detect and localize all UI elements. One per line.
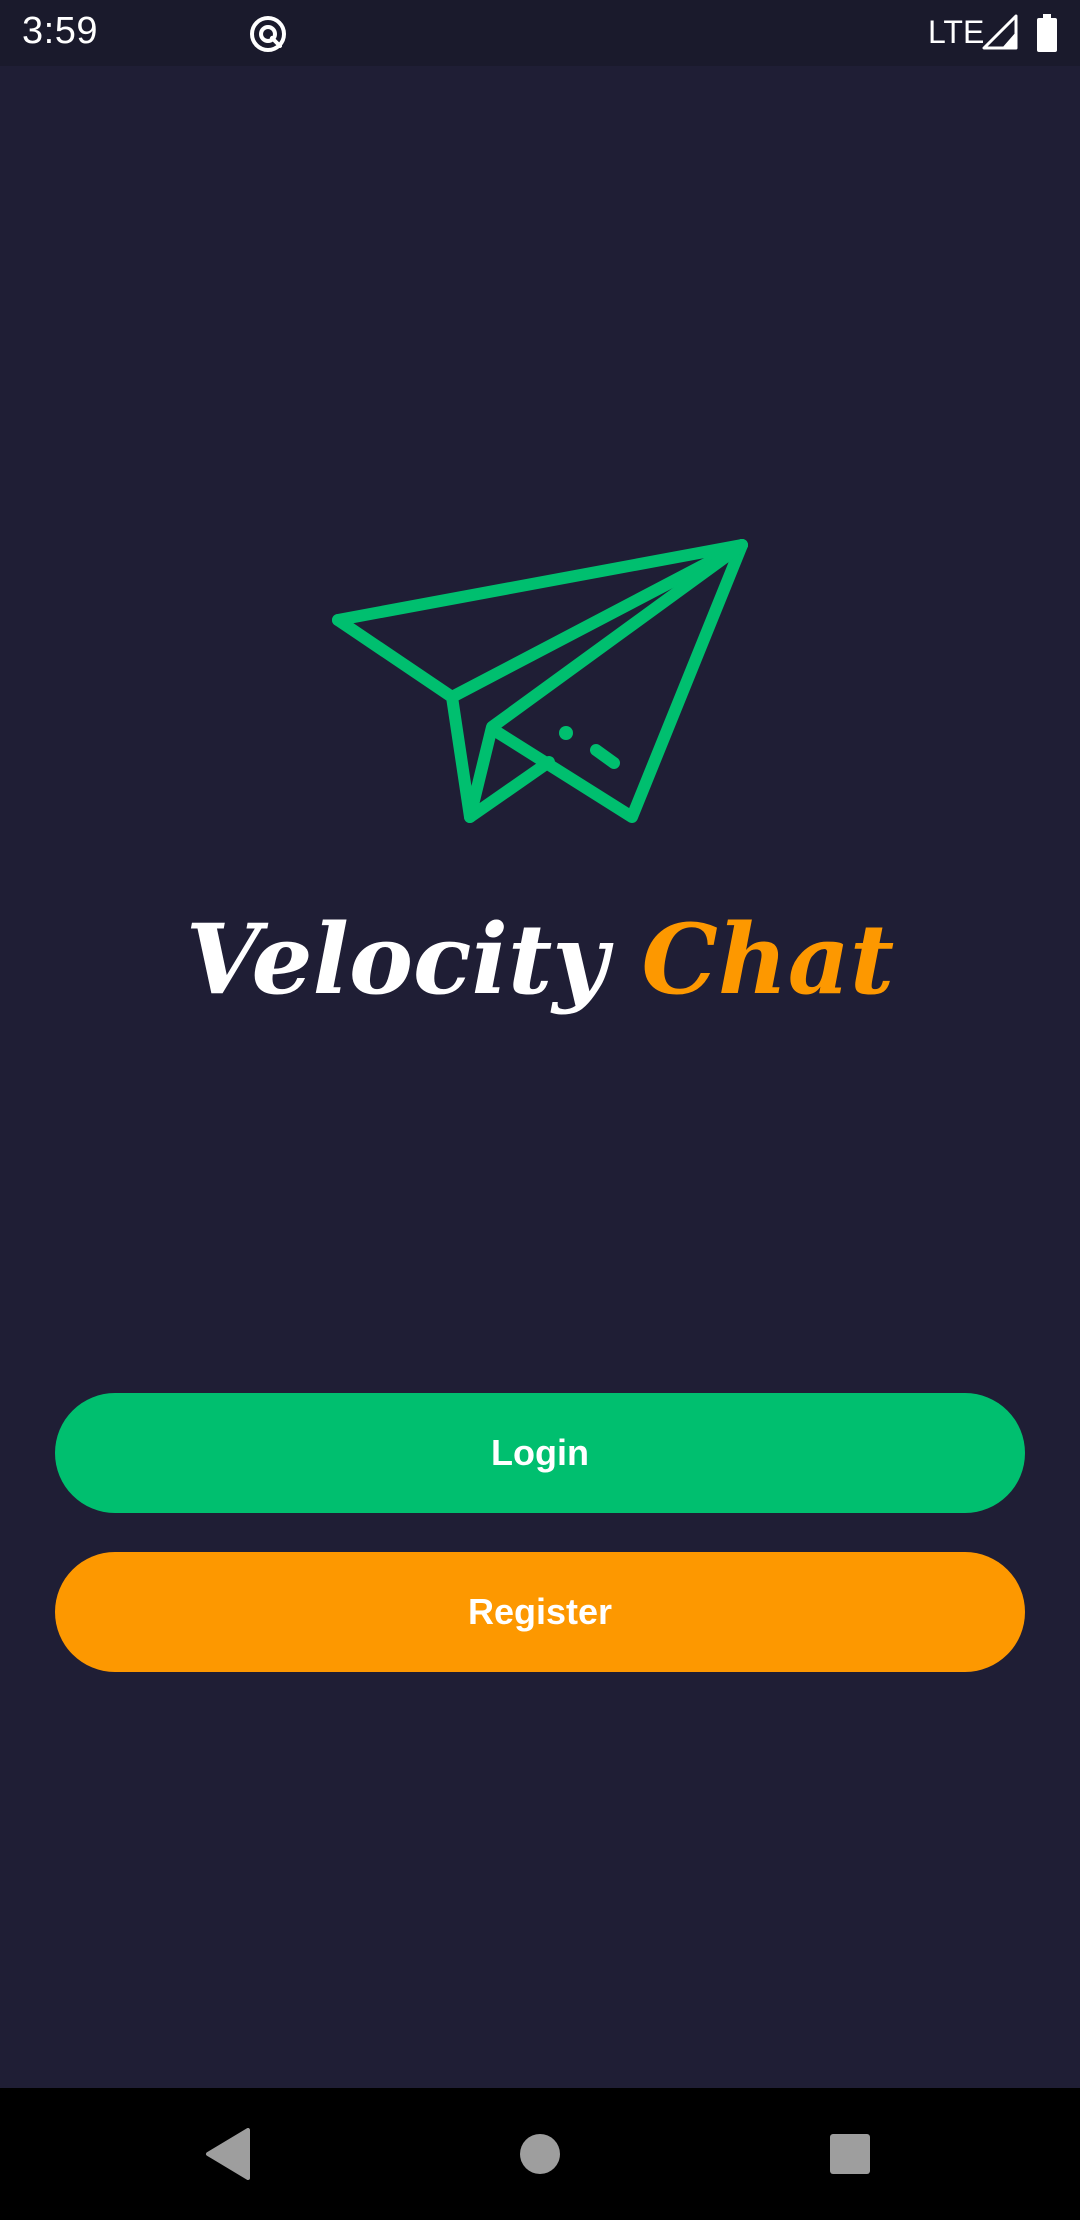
recents-button[interactable] xyxy=(814,2118,886,2190)
status-bar: 3:59 LTE xyxy=(0,0,1080,66)
home-button[interactable] xyxy=(504,2118,576,2190)
app-title-part-2: Chat xyxy=(641,903,895,1016)
navigation-bar xyxy=(0,2088,1080,2220)
network-type: LTE xyxy=(928,14,985,50)
app-notification-icon xyxy=(250,16,286,52)
app-title: Velocity Chat xyxy=(0,900,1080,1020)
register-button[interactable]: Register xyxy=(55,1552,1025,1672)
signal-icon xyxy=(982,14,1018,50)
home-icon xyxy=(520,2134,560,2174)
paper-plane-icon xyxy=(332,539,748,823)
recents-icon xyxy=(830,2134,870,2174)
welcome-screen: 3:59 LTE Velocity Chat Login Register xyxy=(0,0,1080,2220)
app-title-part-1: Velocity xyxy=(185,903,609,1016)
back-button[interactable] xyxy=(192,2118,264,2190)
battery-icon xyxy=(1037,14,1057,52)
status-time: 3:59 xyxy=(22,10,98,52)
back-icon xyxy=(206,2128,250,2180)
login-button[interactable]: Login xyxy=(55,1393,1025,1513)
